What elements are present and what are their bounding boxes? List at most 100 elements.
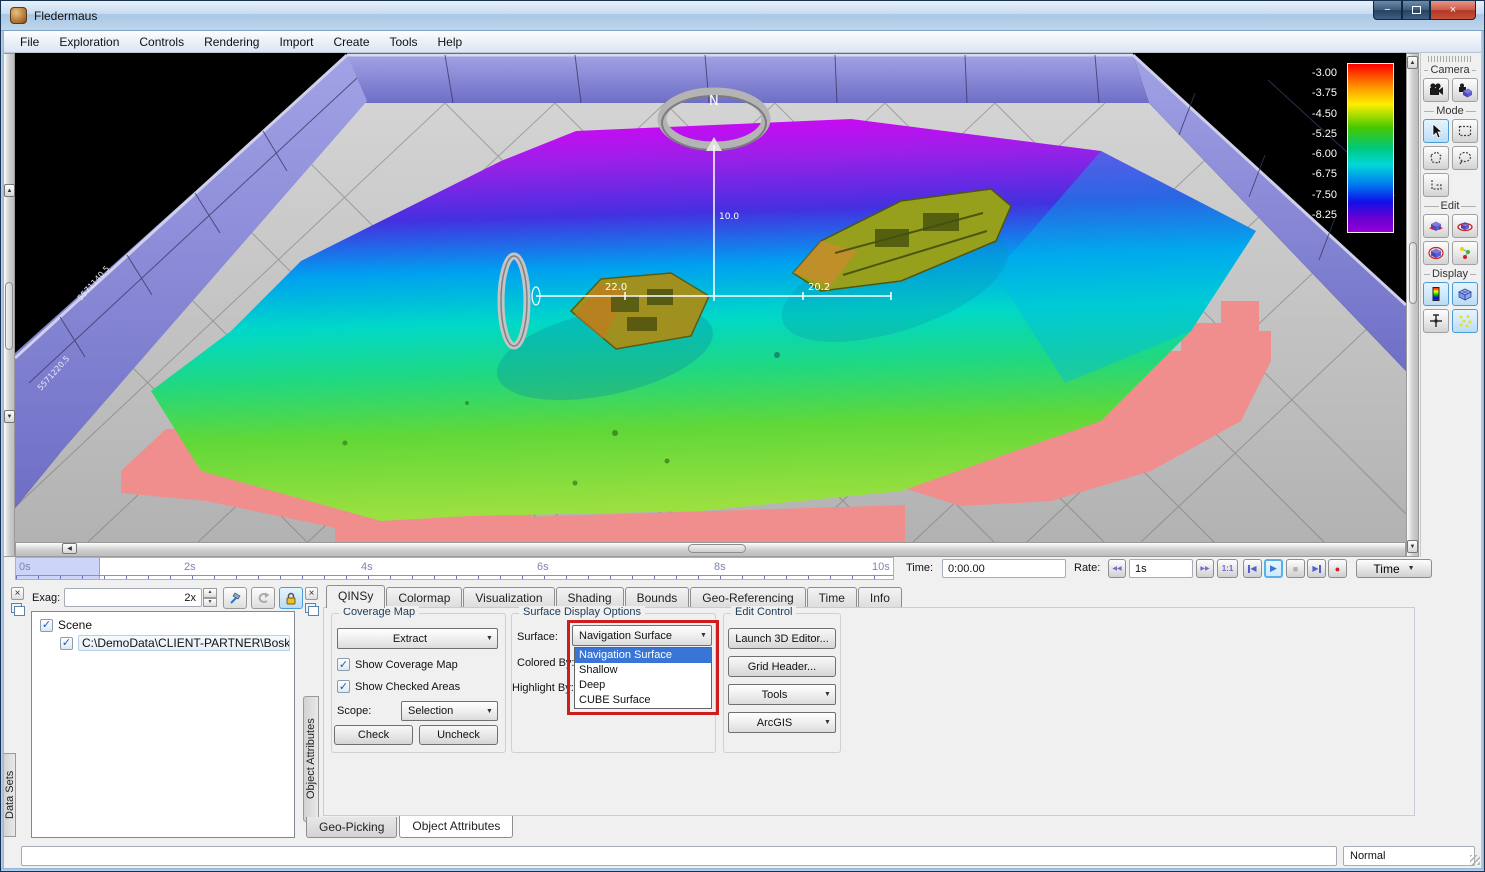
lock-button[interactable]	[279, 587, 303, 609]
corner-select-button[interactable]	[1423, 173, 1449, 197]
select-mode-button[interactable]	[1423, 119, 1449, 143]
exag-input[interactable]	[64, 588, 202, 607]
camera-button[interactable]	[1423, 78, 1449, 102]
panel-close-button[interactable]: ×	[305, 587, 318, 600]
tab-colormap[interactable]: Colormap	[386, 587, 462, 608]
tab-shading[interactable]: Shading	[556, 587, 624, 608]
menu-help[interactable]: Help	[428, 31, 473, 53]
exag-pick-button[interactable]	[223, 587, 247, 609]
stop-button[interactable]: ■	[1286, 559, 1305, 578]
axes-display-button[interactable]	[1423, 309, 1449, 333]
tab-object-attributes-side[interactable]: Object Attributes	[303, 696, 319, 822]
checkbox-checked[interactable]: ✓	[337, 658, 350, 671]
extract-dropdown[interactable]: Extract ▼	[337, 628, 498, 649]
dropdown-arrow-icon: ▼	[1408, 565, 1415, 572]
tab-qinsy[interactable]: QINSy	[326, 585, 385, 608]
tab-bounds[interactable]: Bounds	[625, 587, 690, 608]
menu-tools[interactable]: Tools	[380, 31, 428, 53]
menu-controls[interactable]: Controls	[129, 31, 194, 53]
record-button[interactable]: ●	[1328, 559, 1347, 578]
play-button[interactable]: ▶	[1264, 559, 1283, 578]
scroll-up-icon[interactable]: ▲	[1407, 56, 1418, 69]
render-mode-field[interactable]	[1343, 846, 1475, 866]
tab-visualization[interactable]: Visualization	[463, 587, 554, 608]
scroll-down-icon[interactable]: ▼	[4, 410, 15, 423]
polygon-select-button[interactable]	[1423, 146, 1449, 170]
grid-display-button[interactable]	[1452, 282, 1478, 306]
menu-rendering[interactable]: Rendering	[194, 31, 269, 53]
lasso-select-button[interactable]	[1452, 146, 1478, 170]
grid-header-button[interactable]: Grid Header...	[728, 656, 836, 677]
scene-tree-child[interactable]: ✓ C:\DemoData\CLIENT-PARTNER\Boska...	[34, 634, 292, 652]
checkbox-checked[interactable]: ✓	[40, 619, 53, 632]
menu-create[interactable]: Create	[323, 31, 379, 53]
maximize-button[interactable]	[1402, 1, 1430, 20]
launch-3d-editor-button[interactable]: Launch 3D Editor...	[728, 628, 836, 649]
option-shallow[interactable]: Shallow	[575, 663, 711, 678]
check-button[interactable]: Check	[334, 725, 413, 745]
bottom-pane-scrollbar[interactable]: ◀	[15, 542, 1406, 557]
right-pane-scrollbar[interactable]: ▲ ▼	[1406, 53, 1419, 557]
rotate-edit-button[interactable]	[1452, 214, 1478, 238]
go-end-button[interactable]: ▶	[1307, 559, 1326, 578]
left-scroll-thumb[interactable]	[5, 282, 13, 350]
uncheck-button[interactable]: Uncheck	[419, 725, 498, 745]
tools-dropdown[interactable]: Tools ▼	[728, 684, 836, 705]
title-bar[interactable]: Fledermaus − ×	[1, 1, 1485, 31]
show-coverage-checkbox[interactable]: ✓ Show Coverage Map	[337, 658, 458, 671]
checkbox-checked[interactable]: ✓	[60, 637, 73, 650]
option-cube-surface[interactable]: CUBE Surface	[575, 693, 711, 708]
tab-time[interactable]: Time	[807, 587, 857, 608]
timeline-ruler[interactable]: 0s 2s 4s 6s 8s 10s	[15, 557, 894, 580]
arcgis-dropdown[interactable]: ArcGIS ▼	[728, 712, 836, 733]
status-field[interactable]	[21, 846, 1337, 866]
tab-data-sets[interactable]: Data Sets	[2, 753, 16, 837]
show-checked-checkbox[interactable]: ✓ Show Checked Areas	[337, 680, 460, 693]
ratio-button[interactable]: 1:1	[1217, 559, 1238, 578]
menu-exploration[interactable]: Exploration	[49, 31, 129, 53]
panel-float-button[interactable]	[11, 603, 22, 613]
minimize-button[interactable]: −	[1373, 1, 1402, 20]
time-input[interactable]	[942, 559, 1066, 578]
timeline-mode-dropdown[interactable]: Time▼	[1356, 559, 1432, 578]
surface-dropdown[interactable]: Navigation Surface ▼	[572, 625, 712, 646]
3d-scene[interactable]: N 10.0 22.0 20.2 5571140.5 5571220.5	[15, 53, 1406, 542]
left-pane-scrollbar[interactable]: ▲ ▼	[3, 53, 15, 557]
exag-spinner[interactable]: ▲ ▼	[203, 588, 217, 607]
tab-geo-referencing[interactable]: Geo-Referencing	[690, 587, 805, 608]
colorbar-display-button[interactable]	[1423, 282, 1449, 306]
tab-info[interactable]: Info	[858, 587, 902, 608]
bottom-scroll-thumb[interactable]	[688, 544, 746, 553]
points-edit-button[interactable]	[1452, 241, 1478, 265]
rect-select-button[interactable]	[1452, 119, 1478, 143]
toolbar-drag-handle[interactable]	[1428, 56, 1472, 62]
points-display-button[interactable]	[1452, 309, 1478, 333]
tab-object-attributes[interactable]: Object Attributes	[399, 816, 513, 838]
right-scroll-thumb[interactable]	[1409, 242, 1417, 304]
camera-object-button[interactable]	[1452, 78, 1478, 102]
undo-button[interactable]	[251, 587, 275, 609]
resize-grip[interactable]	[1470, 855, 1480, 865]
box-edit-button[interactable]	[1423, 241, 1449, 265]
spin-down-icon[interactable]: ▼	[203, 598, 217, 608]
menu-file[interactable]: File	[10, 31, 49, 53]
scroll-up-icon[interactable]: ▲	[4, 184, 15, 197]
scroll-down-icon[interactable]: ▼	[1407, 540, 1418, 553]
rate-increase-button[interactable]: ▶▶	[1196, 559, 1214, 578]
rate-decrease-button[interactable]: ◀◀	[1108, 559, 1126, 578]
scroll-left-icon[interactable]: ◀	[62, 543, 77, 554]
menu-import[interactable]: Import	[269, 31, 323, 53]
panel-close-button[interactable]: ×	[11, 587, 24, 600]
surface-edit-button[interactable]	[1423, 214, 1449, 238]
tab-geo-picking[interactable]: Geo-Picking	[306, 817, 397, 838]
panel-float-button[interactable]	[305, 603, 316, 613]
go-start-button[interactable]: ◀	[1243, 559, 1262, 578]
close-button[interactable]: ×	[1430, 1, 1476, 20]
scene-tree-root[interactable]: ✓ Scene	[34, 616, 292, 634]
option-navigation-surface[interactable]: Navigation Surface	[575, 648, 711, 663]
scope-dropdown[interactable]: Selection ▼	[401, 701, 498, 721]
checkbox-checked[interactable]: ✓	[337, 680, 350, 693]
spin-up-icon[interactable]: ▲	[203, 588, 217, 598]
rate-input[interactable]	[1129, 559, 1193, 578]
option-deep[interactable]: Deep	[575, 678, 711, 693]
